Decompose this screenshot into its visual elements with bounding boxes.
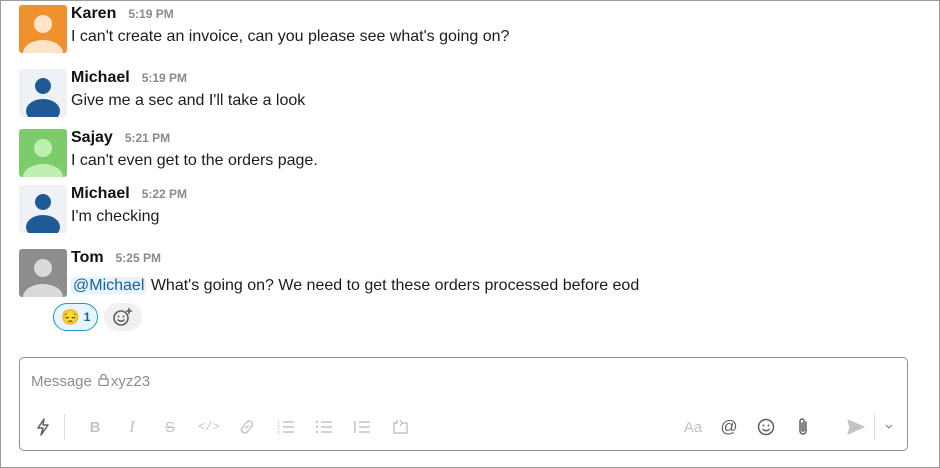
code-block-icon[interactable] — [389, 415, 413, 439]
message-timestamp[interactable]: 5:22 PM — [142, 187, 187, 201]
toolbar-divider — [64, 414, 65, 440]
blockquote-icon[interactable] — [350, 415, 374, 439]
italic-icon[interactable]: I — [120, 415, 144, 439]
avatar[interactable] — [19, 249, 67, 297]
message-text: Give me a sec and I'll take a look — [71, 92, 306, 109]
attachment-icon[interactable] — [791, 415, 815, 439]
avatar[interactable] — [19, 185, 67, 233]
message-input[interactable]: Message xyz23 — [31, 373, 150, 390]
mention-icon[interactable]: @ — [717, 415, 741, 439]
sender-name[interactable]: Michael — [71, 185, 130, 203]
message-placeholder: Message — [31, 373, 92, 390]
sender-name[interactable]: Sajay — [71, 129, 113, 147]
code-icon[interactable]: </> — [197, 415, 221, 439]
pensive-emoji: 😔 — [61, 309, 80, 326]
ordered-list-icon[interactable]: 123 — [274, 415, 298, 439]
strikethrough-icon[interactable]: S — [158, 415, 182, 439]
composer-toolbar: B I S </> 123 Aa @ — [20, 412, 907, 442]
lock-icon — [98, 373, 109, 390]
sender-name[interactable]: Karen — [71, 5, 116, 23]
channel-name: xyz23 — [110, 373, 151, 390]
message-composer[interactable]: Message xyz23 B I S </> 123 Aa @ — [19, 357, 908, 451]
reactions-row: 😔 1 — [53, 303, 143, 331]
link-icon[interactable] — [235, 415, 259, 439]
message-timestamp[interactable]: 5:19 PM — [128, 7, 173, 21]
message-timestamp[interactable]: 5:19 PM — [142, 71, 187, 85]
avatar[interactable] — [19, 129, 67, 177]
emoji-icon[interactable] — [754, 415, 778, 439]
send-icon[interactable] — [844, 415, 868, 439]
formatting-icon[interactable]: Aa — [680, 415, 706, 439]
message-text: I can't even get to the orders page. — [71, 152, 318, 169]
svg-text:3: 3 — [277, 430, 280, 435]
reaction-count: 1 — [83, 310, 91, 324]
add-reaction-icon — [113, 308, 133, 326]
shortcuts-icon[interactable] — [31, 415, 55, 439]
message-text: I can't create an invoice, can you pleas… — [71, 28, 510, 45]
reaction-pill[interactable]: 😔 1 — [53, 303, 99, 331]
send-options-icon[interactable] — [878, 415, 900, 439]
bulleted-list-icon[interactable] — [312, 415, 336, 439]
avatar[interactable] — [19, 5, 67, 53]
message-text: I'm checking — [71, 208, 160, 225]
chat-window: Karen 5:19 PM I can't create an invoice,… — [0, 0, 940, 468]
user-mention[interactable]: @Michael — [71, 277, 147, 294]
sender-name[interactable]: Tom — [71, 249, 104, 267]
message-text-content: What's going on? We need to get these or… — [146, 277, 640, 294]
avatar[interactable] — [19, 69, 67, 117]
sender-name[interactable]: Michael — [71, 69, 130, 87]
bold-icon[interactable]: B — [83, 415, 107, 439]
message-timestamp[interactable]: 5:25 PM — [116, 251, 161, 265]
message-text: @Michael What's going on? We need to get… — [71, 276, 639, 296]
message-timestamp[interactable]: 5:21 PM — [125, 131, 170, 145]
toolbar-divider — [874, 414, 875, 440]
add-reaction-button[interactable] — [104, 303, 143, 331]
